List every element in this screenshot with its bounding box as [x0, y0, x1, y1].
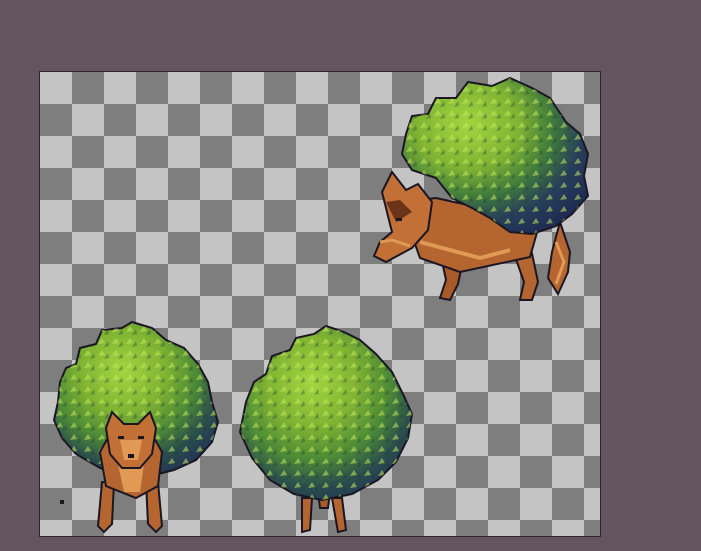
bush-wolf-front-icon[interactable] — [52, 320, 220, 534]
editor-workspace — [0, 0, 701, 551]
sprite-sheet — [52, 76, 590, 534]
pixel-marker — [60, 500, 64, 504]
sprite-canvas[interactable] — [39, 71, 601, 537]
bush-wolf-side-icon[interactable] — [372, 76, 590, 302]
bush-wolf-back-icon[interactable] — [238, 324, 414, 534]
